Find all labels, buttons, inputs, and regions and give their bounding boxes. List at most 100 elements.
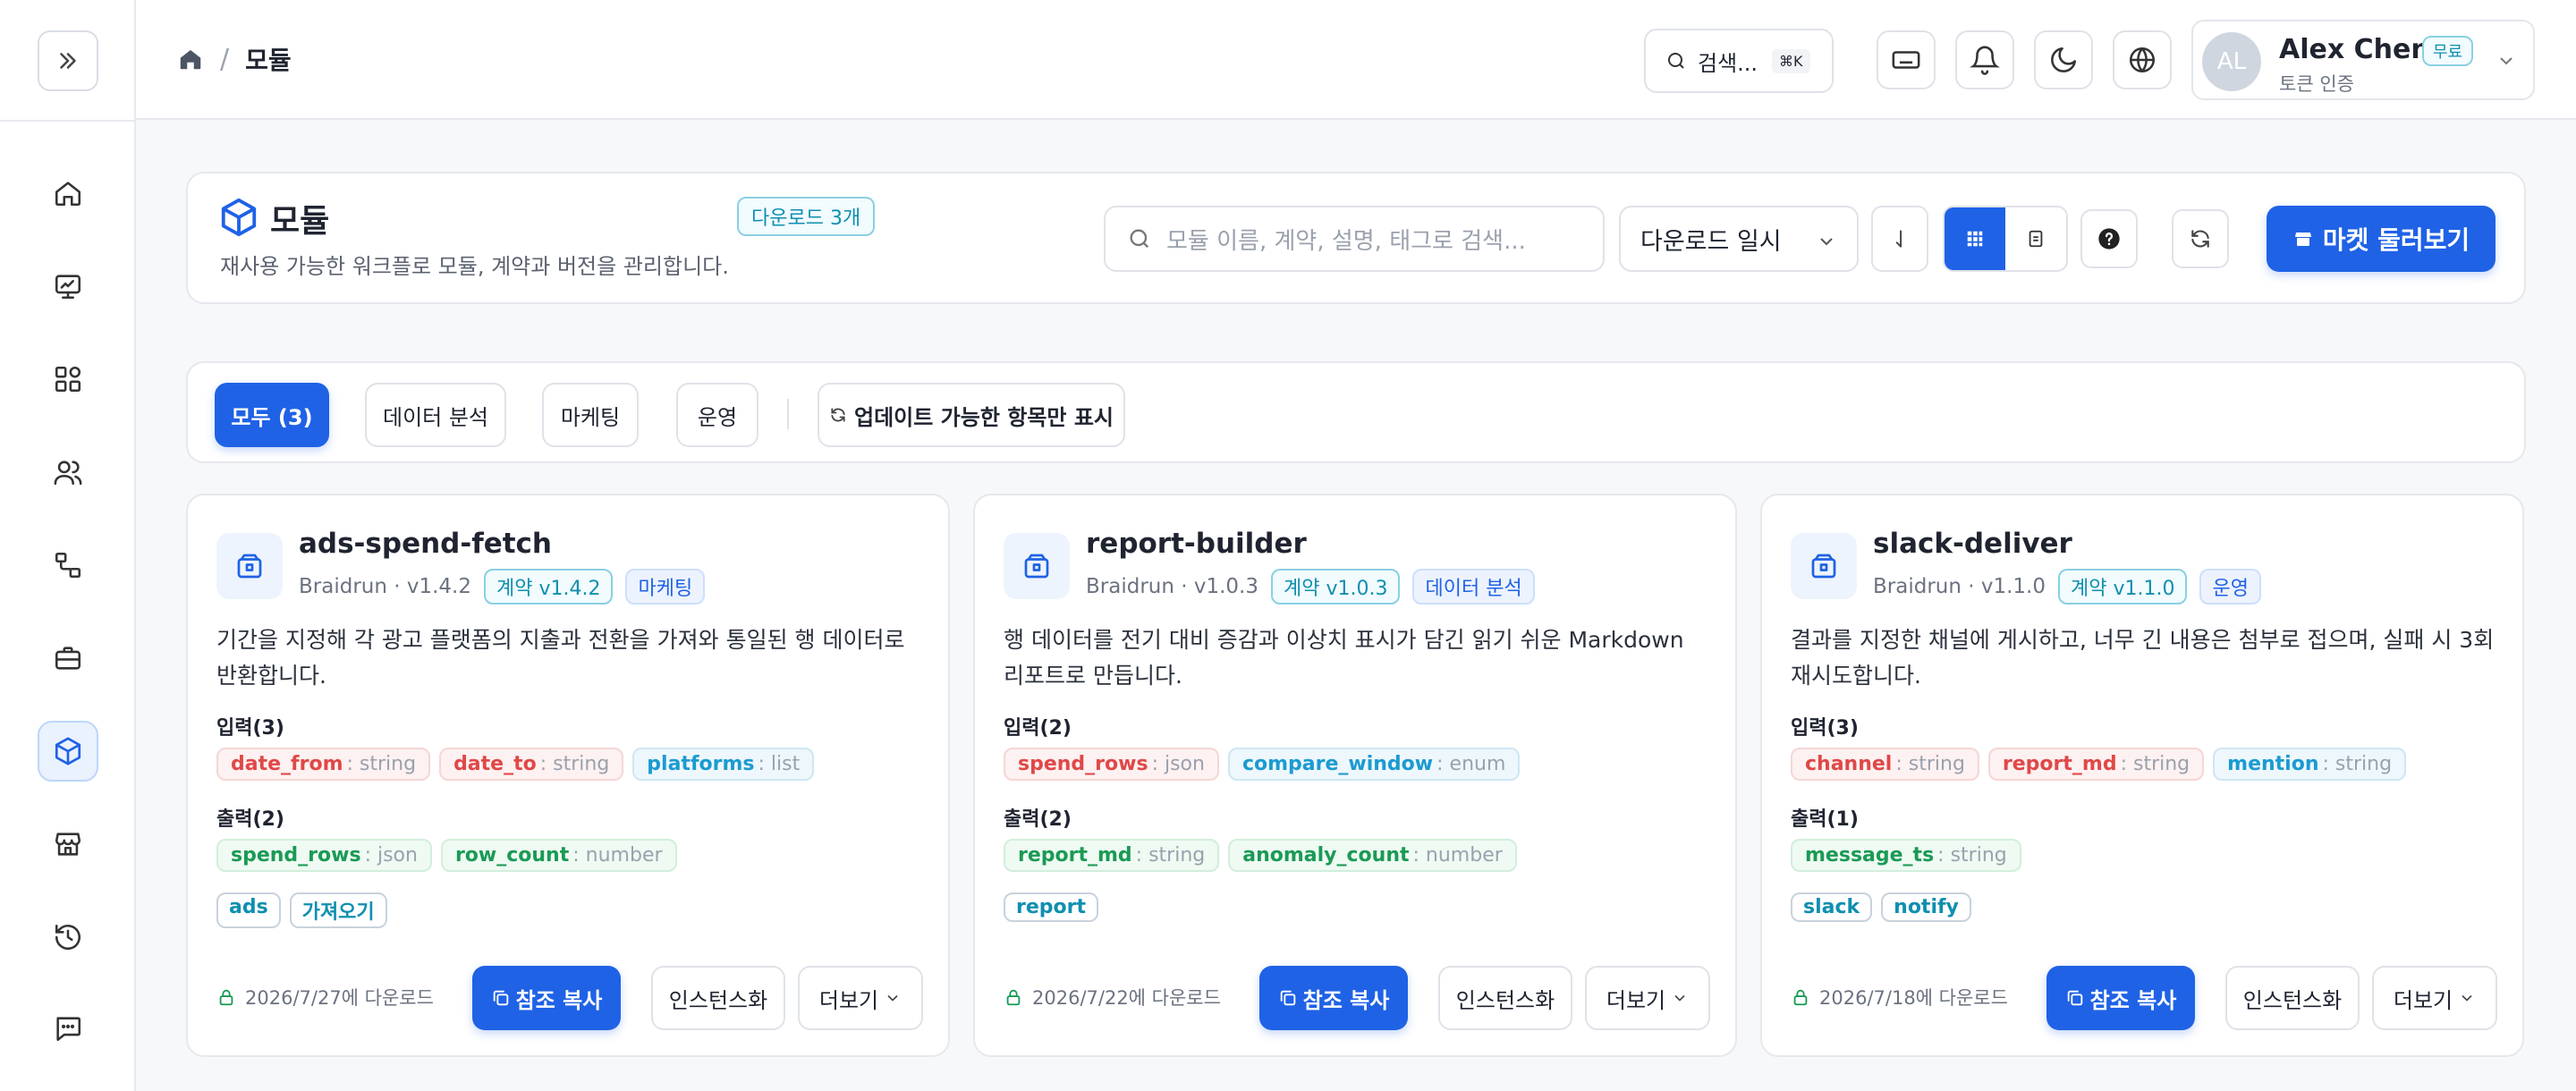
refresh-button[interactable]: [2172, 209, 2229, 268]
tag[interactable]: ads: [216, 892, 281, 928]
home-icon[interactable]: [177, 46, 204, 72]
output-chips: report_md: string anomaly_count: number: [1004, 839, 1517, 872]
instantiate-button[interactable]: 인스턴스화: [2225, 966, 2360, 1030]
module-publisher-version: Braidrun · v1.1.0: [1873, 575, 2046, 598]
page-title: 모듈: [270, 203, 330, 240]
tag[interactable]: notify: [1881, 892, 1971, 922]
copy-icon: [1280, 990, 1295, 1006]
tag[interactable]: 가져오기: [289, 892, 387, 928]
input-chip: mention: string: [2213, 748, 2407, 781]
refresh-icon: [831, 408, 845, 422]
output-chips: message_ts: string: [1791, 839, 2021, 872]
filter-marketing[interactable]: 마케팅: [542, 383, 639, 447]
sort-select[interactable]: 다운로드 일시: [1619, 206, 1859, 272]
more-menu-button[interactable]: 더보기: [798, 966, 923, 1030]
more-menu-label: 더보기: [818, 987, 879, 1013]
briefcase-icon: [55, 647, 81, 670]
module-publisher-version: Braidrun · v1.0.3: [1086, 575, 1258, 598]
global-search-button[interactable]: 검색... ⌘K: [1644, 29, 1834, 93]
category-badge: 데이터 분석: [1412, 569, 1535, 605]
sidebar-item-messages[interactable]: [38, 998, 98, 1059]
copy-reference-button[interactable]: 참조 복사: [1259, 966, 1408, 1030]
copy-reference-button[interactable]: 참조 복사: [472, 966, 621, 1030]
filter-data-analysis[interactable]: 데이터 분석: [365, 383, 506, 447]
more-menu-button[interactable]: 더보기: [1585, 966, 1710, 1030]
download-date: 2026/7/18에 다운로드: [1791, 984, 2008, 1011]
module-icon: [1791, 533, 1857, 599]
tag[interactable]: report: [1004, 892, 1098, 922]
module-publisher-version: Braidrun · v1.4.2: [299, 575, 471, 598]
category-badge: 운영: [2199, 569, 2261, 605]
sidebar-item-modules[interactable]: [38, 721, 98, 782]
notifications-button[interactable]: [1955, 30, 2014, 89]
search-shortcut: ⌘K: [1772, 48, 1810, 73]
view-toggle: [1943, 206, 2068, 272]
sidebar-item-toolbox[interactable]: [38, 628, 98, 689]
chevron-down-icon: [1674, 994, 1685, 1002]
workflow-icon: [55, 552, 81, 579]
sort-direction-button[interactable]: [1871, 206, 1928, 272]
sidebar: [0, 0, 136, 1091]
sidebar-item-users[interactable]: [38, 442, 98, 503]
download-date-text: 2026/7/22에 다운로드: [1032, 987, 1221, 1009]
message-icon: [56, 1017, 81, 1042]
user-menu[interactable]: AL Alex Chen 무료 토큰 인증: [2191, 20, 2535, 100]
copy-icon: [2067, 990, 2082, 1006]
filter-updatable-toggle[interactable]: 업데이트 가능한 항목만 표시: [818, 383, 1125, 447]
output-chips: spend_rows: json row_count: number: [216, 839, 677, 872]
copy-reference-label: 참조 복사: [1302, 987, 1390, 1013]
store-icon: [55, 833, 81, 856]
help-button[interactable]: [2080, 209, 2138, 268]
lock-icon: [1793, 989, 1808, 1006]
breadcrumb: / 모듈: [177, 41, 292, 77]
module-name: slack-deliver: [1873, 528, 2072, 560]
sidebar-expand-button[interactable]: [38, 30, 98, 91]
module-card: ads-spend-fetch Braidrun · v1.4.2 계약 v1.…: [186, 494, 950, 1057]
input-chips: date_from: string date_to: string platfo…: [216, 748, 815, 781]
bell-icon: [1970, 46, 2000, 75]
module-description: 기간을 지정해 각 광고 플랫폼의 지출과 전환을 가져와 통일된 행 데이터로…: [216, 627, 905, 689]
filter-all[interactable]: 모두 (3): [215, 383, 329, 447]
chevron-down-icon: [2462, 994, 2472, 1002]
search-icon: [1130, 229, 1149, 249]
sidebar-divider: [0, 120, 136, 122]
language-button[interactable]: [2113, 30, 2172, 89]
module-name: report-builder: [1086, 528, 1307, 560]
breadcrumb-current: 모듈: [245, 46, 292, 75]
copy-reference-button[interactable]: 참조 복사: [2046, 966, 2195, 1030]
keyboard-icon: [1892, 51, 1920, 69]
input-chip: date_to: string: [439, 748, 624, 781]
sidebar-item-market[interactable]: [38, 814, 98, 875]
module-icon: [1004, 533, 1070, 599]
browse-market-label: 마켓 둘러보기: [2322, 225, 2470, 255]
sidebar-item-workflow[interactable]: [38, 535, 98, 596]
filter-operations[interactable]: 운영: [676, 383, 758, 447]
keyboard-shortcuts-button[interactable]: [1877, 30, 1936, 89]
refresh-icon: [2191, 230, 2209, 248]
download-date-text: 2026/7/18에 다운로드: [1819, 987, 2008, 1009]
input-chip: channel: string: [1791, 748, 1979, 781]
browse-market-button[interactable]: 마켓 둘러보기: [2267, 206, 2496, 272]
module-meta: Braidrun · v1.4.2 계약 v1.4.2 마케팅: [299, 569, 706, 605]
module-meta: Braidrun · v1.1.0 계약 v1.1.0 운영: [1873, 569, 2261, 605]
module-search-input[interactable]: 모듈 이름, 계약, 설명, 태그로 검색...: [1104, 206, 1605, 272]
history-icon: [55, 924, 81, 951]
instantiate-button[interactable]: 인스턴스화: [651, 966, 785, 1030]
grid-view-button[interactable]: [1945, 207, 2005, 270]
instantiate-button[interactable]: 인스턴스화: [1438, 966, 1572, 1030]
sidebar-item-dashboard[interactable]: [38, 256, 98, 317]
copy-icon: [493, 990, 508, 1006]
list-view-button[interactable]: [2005, 207, 2066, 270]
theme-toggle-button[interactable]: [2034, 30, 2093, 89]
sidebar-item-home[interactable]: [38, 163, 98, 224]
input-chip: report_md: string: [1987, 748, 2205, 781]
cube-icon: [221, 198, 257, 237]
input-chips: spend_rows: json compare_window: enum: [1004, 748, 1521, 781]
outputs-label: 출력(2): [216, 808, 284, 831]
tag[interactable]: slack: [1791, 892, 1873, 922]
filter-updatable-label: 업데이트 가능한 항목만 표시: [853, 404, 1114, 430]
chevron-down-icon: [2500, 57, 2512, 65]
sidebar-item-apps[interactable]: [38, 349, 98, 410]
sidebar-item-history[interactable]: [38, 907, 98, 968]
more-menu-button[interactable]: 더보기: [2372, 966, 2497, 1030]
